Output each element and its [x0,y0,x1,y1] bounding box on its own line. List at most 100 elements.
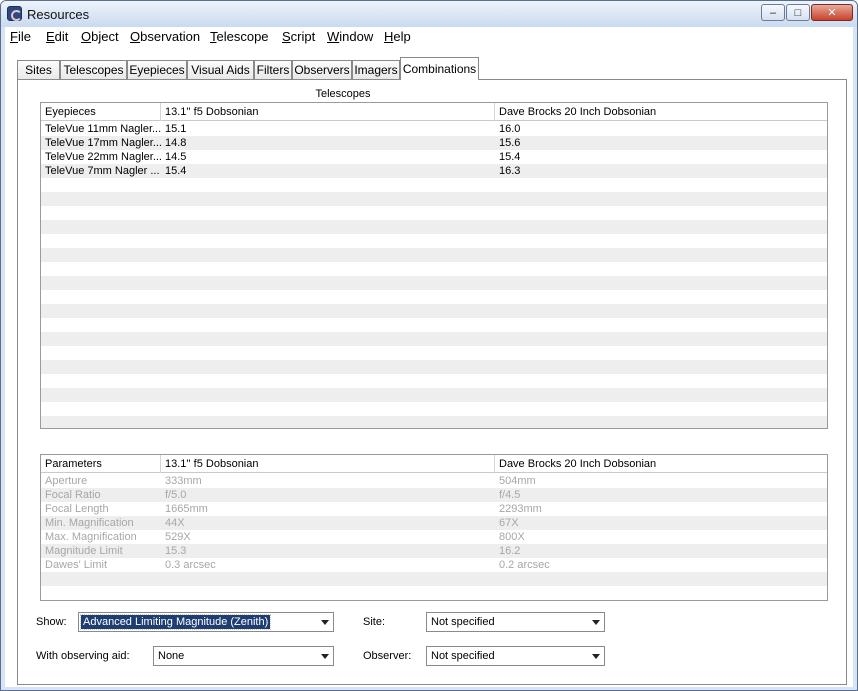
observer-dropdown[interactable]: Not specified [426,646,605,666]
parameter-value: 2293mm [499,503,542,515]
eyepiece-cell: TeleVue 11mm Nagler... [45,123,161,135]
menu-edit-mnemonic: E [46,29,55,44]
site-selected-value: Not specified [431,616,495,628]
site-label: Site: [363,616,386,628]
menu-telescope[interactable]: Telescope [209,29,270,44]
observer-selected-value: Not specified [431,650,495,662]
column-header-eyepieces[interactable]: Eyepieces [41,103,161,121]
menu-observation-label: bservation [140,29,201,44]
row-stripe [41,388,827,402]
parameter-value: f/4.5 [499,489,521,501]
observing-aid-label: With observing aid: [36,650,130,662]
menu-observation-mnemonic: O [130,29,141,44]
menu-object-mnemonic: O [81,29,92,44]
parameter-row[interactable]: Dawes' Limit 0.3 arcsec 0.2 arcsec [41,558,827,572]
tab-imagers[interactable]: Imagers [352,60,400,79]
value-cell: 15.4 [499,151,521,163]
row-stripe [41,276,827,290]
parameter-value: 15.3 [165,545,187,557]
parameter-value: 44X [165,517,185,529]
value-cell: 14.5 [165,151,187,163]
parameter-value: 504mm [499,475,536,487]
parameters-grid[interactable]: Parameters 13.1'' f5 Dobsonian Dave Broc… [40,454,828,601]
parameters-grid-header: Parameters 13.1'' f5 Dobsonian Dave Broc… [41,455,827,473]
menu-file-mnemonic: F [10,29,18,44]
table-row[interactable]: TeleVue 22mm Nagler... 14.5 15.4 [41,150,827,164]
parameter-name: Min. Magnification [45,517,134,529]
window-title: Resources [27,7,90,22]
parameter-name: Focal Length [45,503,109,515]
parameter-row[interactable]: Max. Magnification 529X 800X [41,530,827,544]
column-header-telescope-1[interactable]: 13.1'' f5 Dobsonian [161,103,495,121]
menu-file[interactable]: File [9,29,32,44]
parameter-row[interactable]: Focal Length 1665mm 2293mm [41,502,827,516]
tab-telescopes[interactable]: Telescopes [60,60,127,79]
parameter-row[interactable]: Focal Ratio f/5.0 f/4.5 [41,488,827,502]
column-header-parameters[interactable]: Parameters [41,455,161,473]
parameter-value: 0.3 arcsec [165,559,216,571]
row-stripe [41,416,827,428]
minimize-button[interactable]: – [761,4,785,21]
table-row[interactable]: TeleVue 17mm Nagler... 14.8 15.6 [41,136,827,150]
parameter-value: 67X [499,517,519,529]
site-dropdown[interactable]: Not specified [426,612,605,632]
menu-object[interactable]: Object [80,29,120,44]
chevron-down-icon [321,620,329,625]
close-button[interactable]: ✕ [811,4,853,21]
eyepiece-cell: TeleVue 17mm Nagler... [45,137,161,149]
menu-help[interactable]: Help [383,29,412,44]
row-stripe [41,360,827,374]
parameter-name: Magnitude Limit [45,545,123,557]
menu-help-mnemonic: H [384,29,394,44]
tab-sites[interactable]: Sites [17,60,60,79]
parameter-value: 0.2 arcsec [499,559,550,571]
column-header-telescope-2[interactable]: Dave Brocks 20 Inch Dobsonian [495,103,827,121]
tab-visual-aids[interactable]: Visual Aids [187,60,254,79]
menu-observation[interactable]: Observation [129,29,201,44]
parameter-value: 800X [499,531,525,543]
observing-aid-selected-value: None [158,650,185,662]
value-cell: 16.0 [499,123,521,135]
tab-observers[interactable]: Observers [292,60,352,79]
row-stripe [41,332,827,346]
menu-script[interactable]: Script [281,29,316,44]
column-header-telescope-1[interactable]: 13.1'' f5 Dobsonian [161,455,495,473]
parameter-value: 16.2 [499,545,521,557]
title-bar[interactable]: Resources – □ ✕ [1,1,857,27]
menu-window[interactable]: Window [326,29,374,44]
table-row[interactable]: TeleVue 7mm Nagler ... 15.4 16.3 [41,164,827,178]
menu-telescope-label: elescope [216,29,269,44]
menu-window-label: indow [339,29,374,44]
parameter-row[interactable]: Magnitude Limit 15.3 16.2 [41,544,827,558]
show-label: Show: [36,616,67,628]
value-cell: 16.3 [499,165,521,177]
menu-window-mnemonic: W [327,29,340,44]
chevron-down-icon [592,654,600,659]
parameter-name: Focal Ratio [45,489,101,501]
value-cell: 15.4 [165,165,187,177]
menu-edit[interactable]: Edit [45,29,69,44]
maximize-button[interactable]: □ [786,4,810,21]
row-stripe [41,248,827,262]
parameter-row[interactable]: Min. Magnification 44X 67X [41,516,827,530]
chevron-down-icon [321,654,329,659]
show-dropdown[interactable]: Advanced Limiting Magnitude (Zenith) [78,612,334,632]
combinations-grid[interactable]: Eyepieces 13.1'' f5 Dobsonian Dave Brock… [40,102,828,429]
eyepiece-cell: TeleVue 7mm Nagler ... [45,165,160,177]
parameter-value: 1665mm [165,503,208,515]
tab-eyepieces[interactable]: Eyepieces [127,60,187,79]
minimize-icon: – [769,6,777,19]
telescopes-caption: Telescopes [315,88,371,100]
parameter-value: 333mm [165,475,202,487]
table-row[interactable]: TeleVue 11mm Nagler... 15.1 16.0 [41,122,827,136]
observing-aid-dropdown[interactable]: None [153,646,334,666]
column-header-telescope-2[interactable]: Dave Brocks 20 Inch Dobsonian [495,455,827,473]
chevron-down-icon [592,620,600,625]
parameter-name: Aperture [45,475,88,487]
row-stripe [41,572,827,586]
parameter-name: Max. Magnification [45,531,137,543]
parameter-row[interactable]: Aperture 333mm 504mm [41,474,827,488]
tab-filters[interactable]: Filters [254,60,292,79]
app-icon [7,6,22,21]
tab-combinations[interactable]: Combinations [400,57,479,80]
